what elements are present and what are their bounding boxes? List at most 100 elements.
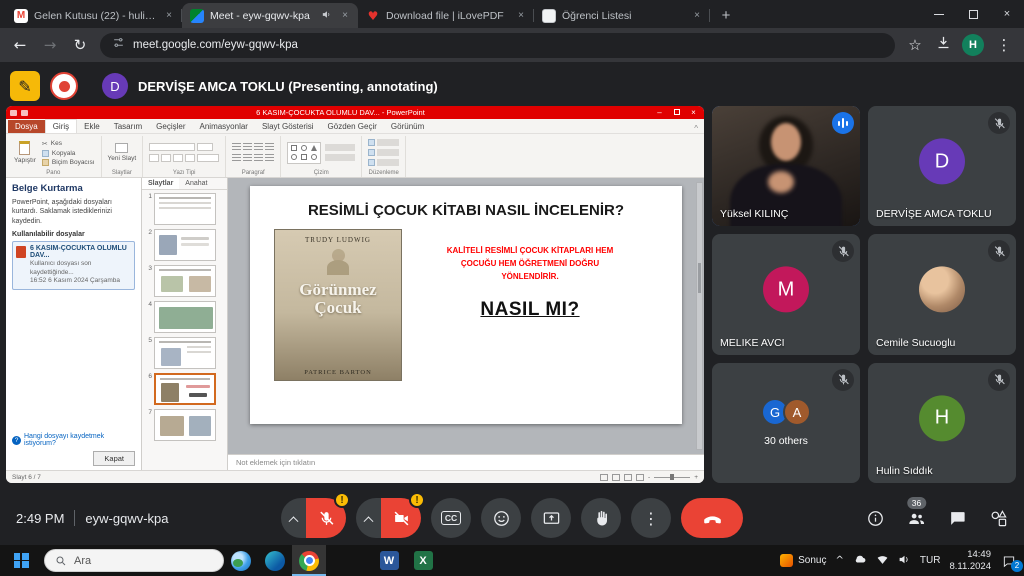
ppt-title-bar[interactable]: 6 KASIM-ÇOCUKTA OLUMLU DAV... - PowerPoi… bbox=[6, 106, 704, 119]
font-color-button[interactable] bbox=[197, 154, 219, 162]
slide-thumbnail[interactable]: 3 bbox=[144, 265, 225, 297]
taskbar-search[interactable]: Ara bbox=[44, 549, 224, 572]
ribbon-tab-gorunum[interactable]: Görünüm bbox=[384, 120, 431, 133]
current-slide[interactable]: RESİMLİ ÇOCUK KİTABI NASIL İNCELENİR? TR… bbox=[250, 186, 682, 424]
quick-styles-button[interactable] bbox=[325, 154, 355, 161]
save-icon[interactable] bbox=[10, 110, 17, 116]
end-call-button[interactable] bbox=[681, 498, 743, 538]
format-painter-button[interactable]: Biçim Boyacısı bbox=[42, 159, 95, 166]
annotation-tool-icon[interactable]: ✎ bbox=[10, 71, 40, 101]
window-maximize-button[interactable] bbox=[956, 0, 990, 28]
raise-hand-button[interactable] bbox=[581, 498, 621, 538]
ppt-maximize-button[interactable] bbox=[670, 108, 683, 117]
widgets-weather-icon[interactable] bbox=[224, 545, 258, 576]
mic-options-chevron[interactable] bbox=[281, 498, 306, 538]
recovery-help-link[interactable]: ? Hangi dosyayı kaydetmek istiyorum? bbox=[12, 433, 135, 447]
align-left-button[interactable] bbox=[232, 154, 241, 162]
profile-avatar[interactable]: H bbox=[962, 34, 984, 56]
slide-scrollbar[interactable] bbox=[696, 182, 703, 450]
present-button[interactable] bbox=[531, 498, 571, 538]
slide-canvas[interactable]: RESİMLİ ÇOCUK KİTABI NASIL İNCELENİR? TR… bbox=[228, 178, 704, 454]
reading-view-icon[interactable] bbox=[624, 474, 632, 481]
window-minimize-button[interactable] bbox=[922, 0, 956, 28]
zoom-slider[interactable] bbox=[654, 477, 690, 478]
slide-thumbnail[interactable]: 4 bbox=[144, 301, 225, 333]
shadow-button[interactable] bbox=[185, 154, 195, 162]
forward-button[interactable]: → bbox=[40, 36, 60, 54]
slide-thumbnail[interactable]: 7 bbox=[144, 409, 225, 441]
camera-options-chevron[interactable] bbox=[356, 498, 381, 538]
replace-button[interactable] bbox=[377, 149, 399, 156]
address-bar[interactable]: meet.google.com/eyw-gqwv-kpa bbox=[100, 33, 895, 58]
action-center-icon[interactable]: 2 bbox=[1000, 553, 1018, 569]
ribbon-tab-slayt-gosterisi[interactable]: Slayt Gösterisi bbox=[255, 120, 321, 133]
network-icon[interactable] bbox=[876, 553, 889, 569]
ppt-minimize-button[interactable]: – bbox=[653, 108, 666, 117]
downloads-icon[interactable] bbox=[935, 34, 952, 56]
tab-slaytlar[interactable]: Slaytlar bbox=[142, 178, 179, 189]
tab-gmail[interactable]: M Gelen Kutusu (22) - hulin.siddi × bbox=[6, 3, 182, 28]
onedrive-icon[interactable] bbox=[853, 552, 867, 569]
shapes-gallery[interactable] bbox=[287, 142, 321, 164]
underline-button[interactable] bbox=[173, 154, 183, 162]
ppt-close-button[interactable]: × bbox=[687, 108, 700, 117]
ribbon-tab-tasarim[interactable]: Tasarım bbox=[107, 120, 149, 133]
start-button[interactable] bbox=[0, 545, 42, 576]
sorter-view-icon[interactable] bbox=[612, 474, 620, 481]
slideshow-view-icon[interactable] bbox=[636, 474, 644, 481]
back-button[interactable]: ← bbox=[10, 36, 30, 54]
tab-audio-icon[interactable] bbox=[321, 9, 332, 23]
meeting-details-button[interactable] bbox=[866, 509, 885, 528]
people-button[interactable]: 36 bbox=[907, 509, 926, 528]
hidden-icons-chevron[interactable]: ^ bbox=[835, 555, 843, 566]
excel-icon[interactable]: X bbox=[406, 545, 440, 576]
ribbon-tab-giris[interactable]: Giriş bbox=[45, 119, 77, 133]
bold-button[interactable] bbox=[149, 154, 159, 162]
zoom-out-icon[interactable]: - bbox=[648, 474, 650, 481]
find-button[interactable] bbox=[377, 139, 399, 146]
word-icon[interactable]: W bbox=[372, 545, 406, 576]
chrome-icon[interactable] bbox=[292, 545, 326, 576]
participant-tile-hulin[interactable]: H Hulin Sıddık bbox=[868, 363, 1016, 483]
tab-student-list[interactable]: Öğrenci Listesi × bbox=[534, 3, 710, 28]
select-button[interactable] bbox=[377, 159, 399, 166]
tab-close-icon[interactable]: × bbox=[514, 9, 528, 23]
arrange-button[interactable] bbox=[325, 144, 355, 151]
activities-button[interactable] bbox=[989, 509, 1008, 528]
menu-icon[interactable]: ⋮ bbox=[994, 36, 1014, 54]
ribbon-tab-animasyonlar[interactable]: Animasyonlar bbox=[193, 120, 255, 133]
site-settings-icon[interactable] bbox=[112, 36, 125, 54]
ribbon-collapse-icon[interactable]: ^ bbox=[694, 124, 698, 133]
chat-button[interactable] bbox=[948, 509, 967, 528]
justify-button[interactable] bbox=[265, 154, 274, 162]
ribbon-tab-dosya[interactable]: Dosya bbox=[8, 120, 45, 133]
recovery-close-button[interactable]: Kapat bbox=[93, 451, 135, 466]
language-indicator[interactable]: TUR bbox=[920, 555, 941, 566]
participant-tile-melike[interactable]: M MELIKE AVCI bbox=[712, 234, 860, 354]
tab-close-icon[interactable]: × bbox=[162, 9, 176, 23]
normal-view-icon[interactable] bbox=[600, 474, 608, 481]
indent-button[interactable] bbox=[254, 143, 263, 151]
edge-icon[interactable] bbox=[258, 545, 292, 576]
paste-button[interactable]: Yapıştır bbox=[12, 141, 38, 164]
new-tab-button[interactable]: + bbox=[714, 3, 738, 27]
bookmark-star-icon[interactable]: ☆ bbox=[905, 36, 925, 54]
zoom-in-icon[interactable]: + bbox=[694, 474, 698, 481]
participant-tile-yuksel[interactable]: Yüksel KILINÇ bbox=[712, 106, 860, 226]
ribbon-tab-ekle[interactable]: Ekle bbox=[77, 120, 107, 133]
slide-thumbnail[interactable]: 1 bbox=[144, 193, 225, 225]
participant-tile-others[interactable]: G A 30 others bbox=[712, 363, 860, 483]
ribbon-tab-gozden-gecir[interactable]: Gözden Geçir bbox=[321, 120, 384, 133]
font-name-box[interactable] bbox=[149, 143, 195, 151]
font-size-box[interactable] bbox=[197, 143, 213, 151]
participant-tile-dervise[interactable]: D DERVİŞE AMCA TOKLU bbox=[868, 106, 1016, 226]
more-options-button[interactable]: ⋮ bbox=[631, 498, 671, 538]
slide-thumbnail[interactable]: 5 bbox=[144, 337, 225, 369]
news-widget[interactable]: Sonuç bbox=[780, 554, 826, 567]
copy-button[interactable]: Kopyala bbox=[42, 150, 95, 157]
record-icon[interactable] bbox=[50, 72, 78, 100]
recovered-file-item[interactable]: 6 KASIM-ÇOCUKTA OLUMLU DAV... Kullanıcı … bbox=[12, 241, 135, 289]
align-center-button[interactable] bbox=[243, 154, 252, 162]
ribbon-tab-gecisler[interactable]: Geçişler bbox=[149, 120, 192, 133]
new-slide-button[interactable]: Yeni Slayt bbox=[108, 143, 137, 162]
